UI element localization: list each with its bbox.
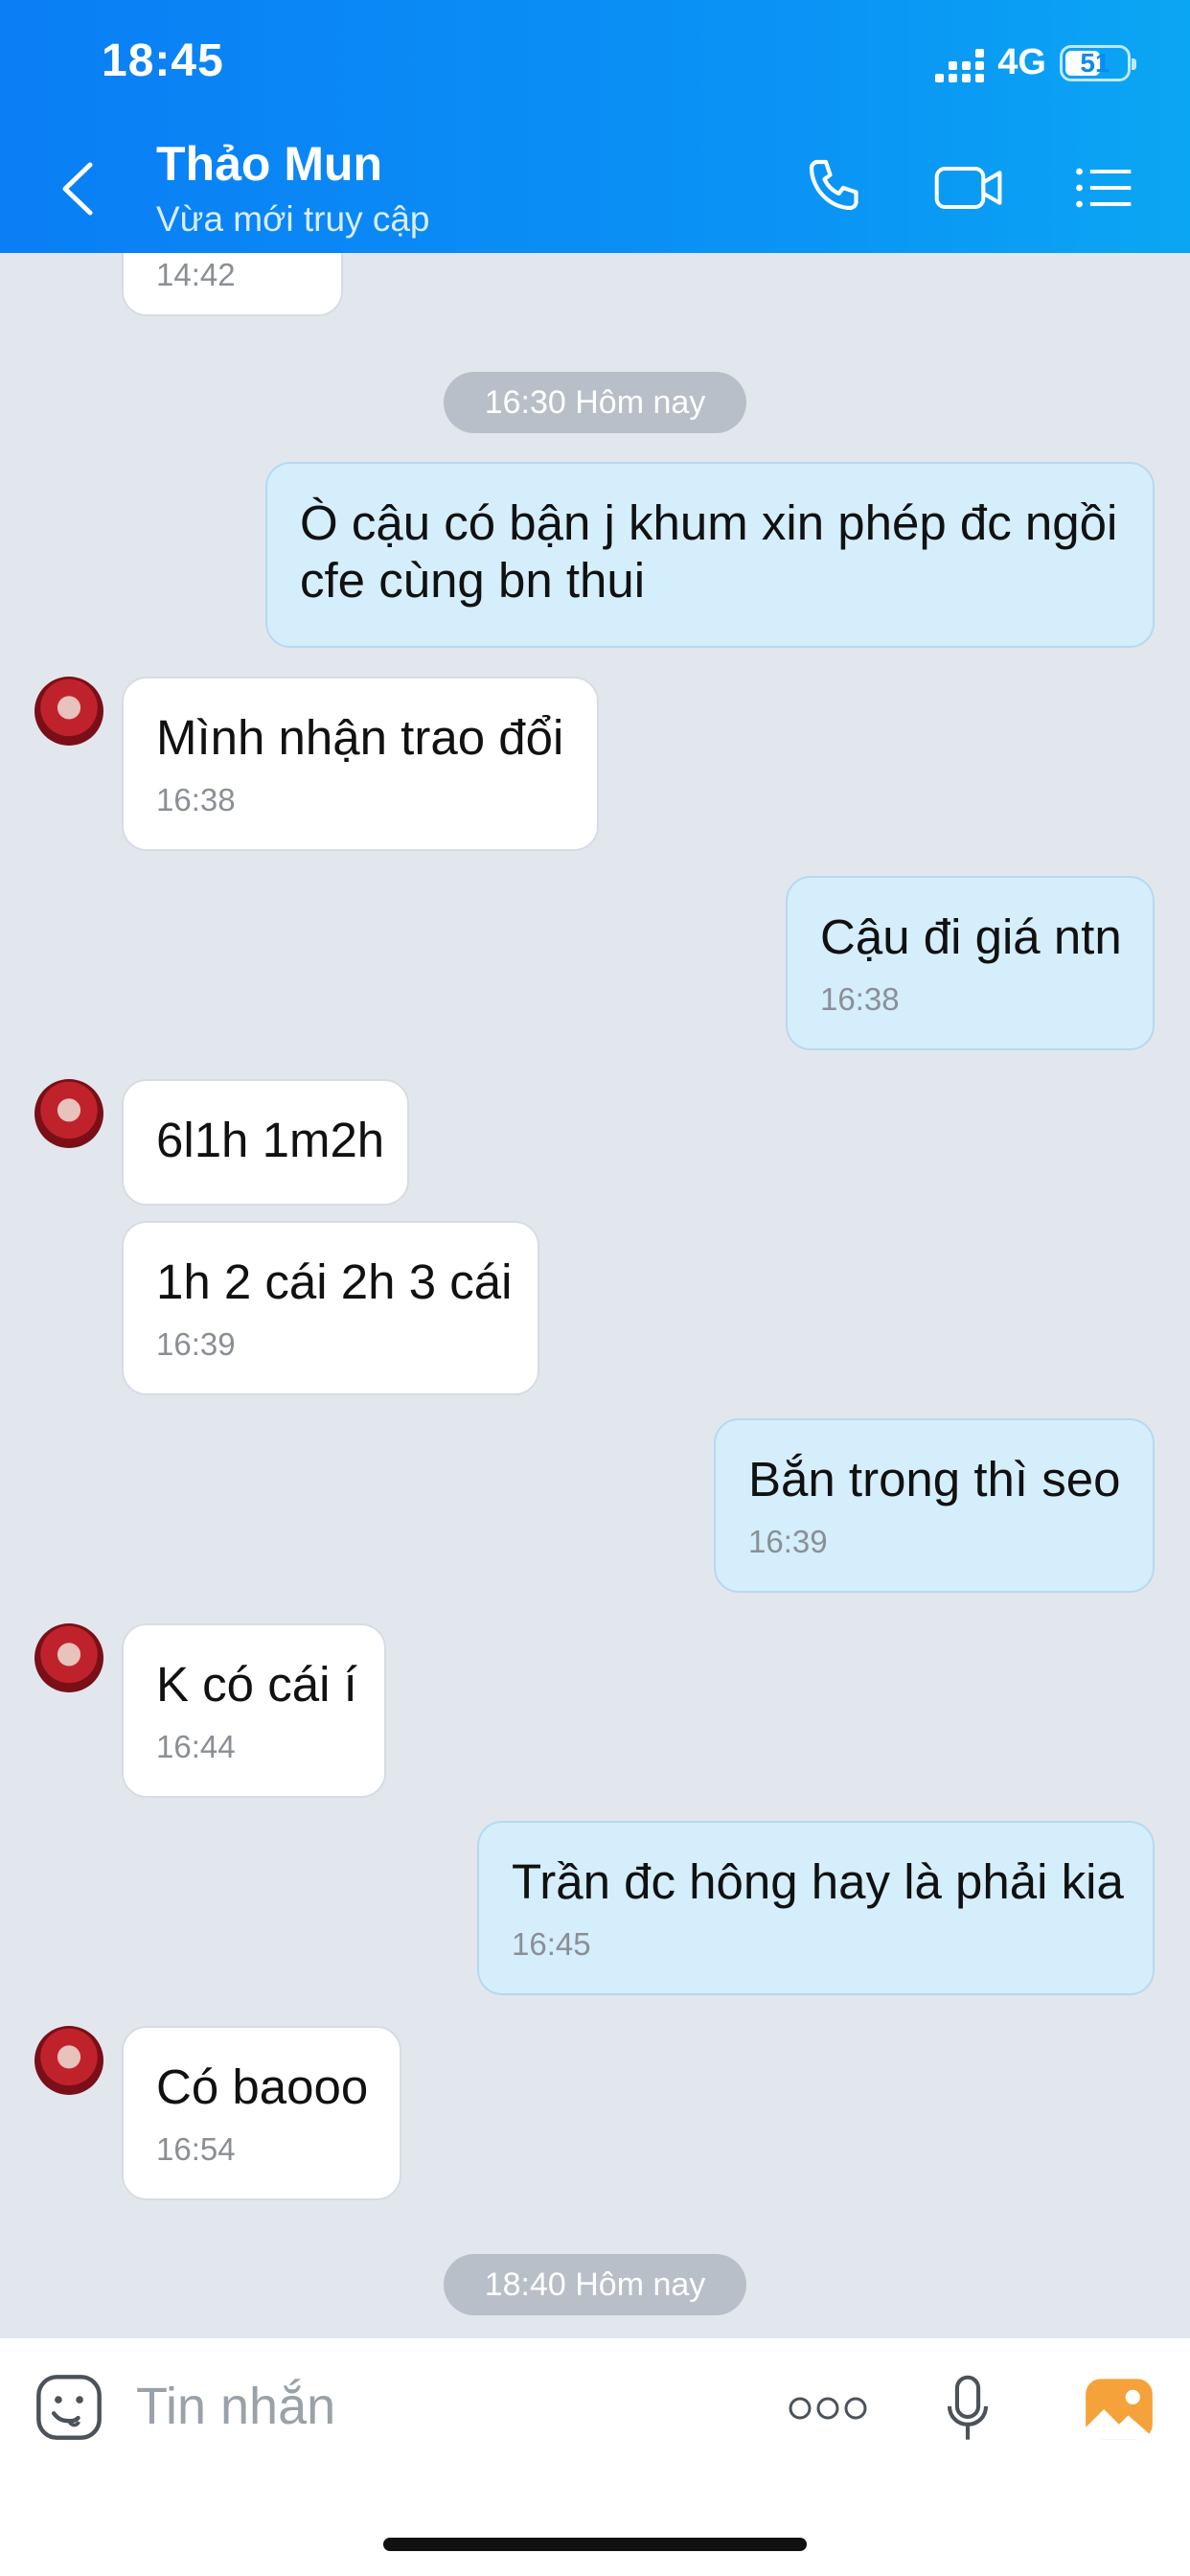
message-time: 16:44	[156, 1729, 236, 1764]
contact-avatar[interactable]	[34, 677, 103, 746]
contact-name[interactable]: Thảo Mun	[156, 136, 382, 192]
message-text: 6l1h 1m2h	[156, 1113, 385, 1167]
battery-icon: 51	[1060, 44, 1136, 81]
incoming-message[interactable]: Có baooo 16:54	[122, 2026, 401, 2200]
contact-avatar[interactable]	[34, 1623, 103, 1692]
message-bubble-partial[interactable]: 14:42	[122, 253, 343, 316]
sticker-icon[interactable]	[33, 2371, 105, 2444]
message-text: K có cái í	[156, 1657, 357, 1712]
home-indicator[interactable]	[383, 2538, 807, 2551]
battery-level: 51	[1080, 47, 1110, 78]
message-time: 16:54	[156, 2131, 236, 2167]
message-text: Có baooo	[156, 2059, 369, 2114]
list-menu-icon[interactable]	[1071, 153, 1136, 222]
message-text: Cậu đi giá ntn	[820, 909, 1122, 964]
message-time: 14:42	[156, 257, 236, 292]
outgoing-message[interactable]: Ò cậu có bận j khum xin phép đc ngồi cfe…	[265, 462, 1155, 648]
incoming-message[interactable]: K có cái í 16:44	[122, 1623, 386, 1798]
incoming-message[interactable]: 1h 2 cái 2h 3 cái 16:39	[122, 1221, 539, 1395]
chat-header: 18:45 4G 51 Thảo Mun Vừa mới truy cập	[0, 0, 1190, 253]
contact-avatar[interactable]	[34, 1079, 103, 1148]
phone-icon[interactable]	[803, 153, 872, 222]
status-indicators: 4G 51	[935, 42, 1136, 83]
outgoing-message[interactable]: Trần đc hông hay là phải kia 16:45	[477, 1821, 1155, 1995]
back-chevron-icon[interactable]	[57, 159, 98, 218]
date-divider: 18:40 Hôm nay	[444, 2254, 746, 2315]
message-text: Ò cậu có bận j khum xin phép đc ngồi cfe…	[300, 495, 1118, 608]
incoming-message[interactable]: 6l1h 1m2h	[122, 1079, 409, 1206]
incoming-message[interactable]: Mình nhận trao đổi 16:38	[122, 677, 599, 851]
network-type: 4G	[997, 42, 1046, 82]
message-text: Trần đc hông hay là phải kia	[512, 1854, 1124, 1909]
message-time: 16:45	[512, 1926, 591, 1962]
message-time: 16:38	[156, 782, 236, 817]
date-divider: 16:30 Hôm nay	[444, 372, 746, 433]
contact-status: Vừa mới truy cập	[156, 199, 430, 239]
message-input[interactable]: Tin nhắn	[136, 2377, 335, 2436]
microphone-icon[interactable]	[943, 2373, 993, 2446]
more-dots-icon[interactable]	[788, 2394, 868, 2423]
message-time: 16:38	[820, 981, 900, 1017]
video-camera-icon[interactable]	[931, 153, 1008, 222]
outgoing-message[interactable]: Cậu đi giá ntn 16:38	[786, 876, 1155, 1050]
message-time: 16:39	[156, 1326, 236, 1362]
status-time: 18:45	[102, 35, 224, 86]
message-time: 16:39	[748, 1524, 828, 1559]
message-text: 1h 2 cái 2h 3 cái	[156, 1254, 513, 1309]
message-text: Bắn trong thì seo	[748, 1452, 1121, 1506]
signal-icon	[935, 44, 985, 82]
message-text: Mình nhận trao đổi	[156, 710, 564, 765]
message-list[interactable]: 14:42 16:30 Hôm nay Ò cậu có bận j khum …	[0, 253, 1190, 2338]
contact-avatar[interactable]	[34, 2026, 103, 2095]
outgoing-message[interactable]: Bắn trong thì seo 16:39	[714, 1418, 1155, 1593]
photo-icon[interactable]	[1083, 2373, 1156, 2446]
